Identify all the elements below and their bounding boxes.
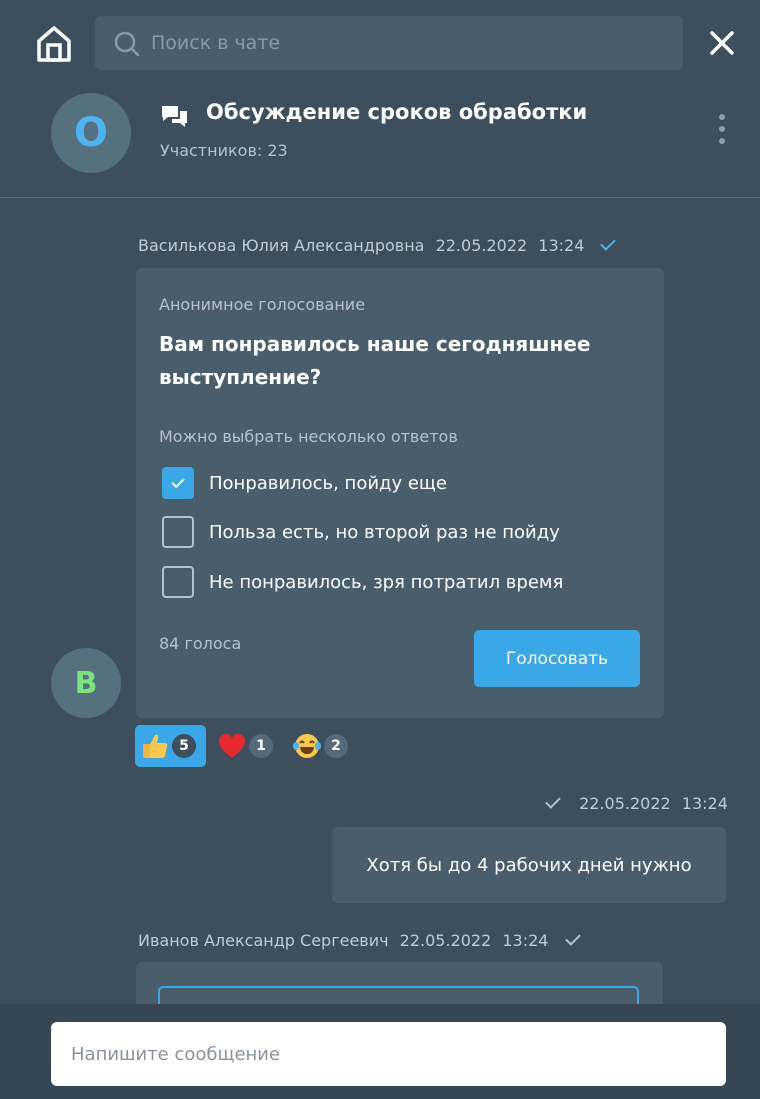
reaction-laughing[interactable]: 2 xyxy=(292,725,354,767)
poll-card: Анонимное голосование Вам понравилось на… xyxy=(136,268,664,718)
more-options-icon[interactable] xyxy=(712,114,732,154)
message-meta: Иванов Александр Сергеевич 22.05.2022 13… xyxy=(138,930,581,950)
poll-option[interactable]: Понравилось, пойду еще xyxy=(162,466,447,500)
poll-hint: Можно выбрать несколько ответов xyxy=(159,427,458,446)
checkbox[interactable] xyxy=(162,516,194,548)
sent-check-icon xyxy=(545,793,561,809)
message-meta: Василькова Юлия Александровна 22.05.2022… xyxy=(138,235,617,255)
poll-type: Анонимное голосование xyxy=(159,295,366,314)
poll-option-label: Понравилось, пойду еще xyxy=(209,472,447,494)
chat-bubbles-icon xyxy=(162,106,187,127)
heart-icon xyxy=(219,734,245,758)
poll-option[interactable]: Польза есть, но второй раз не пойду xyxy=(162,515,560,549)
vote-button[interactable]: Голосовать xyxy=(474,630,640,687)
message-text: Хотя бы до 4 рабочих дней нужно xyxy=(366,854,692,876)
top-bar xyxy=(0,0,760,80)
message-author: Иванов Александр Сергеевич xyxy=(138,931,389,950)
search-input[interactable] xyxy=(151,16,671,70)
read-check-icon xyxy=(600,235,617,251)
outgoing-message: Хотя бы до 4 рабочих дней нужно xyxy=(332,827,726,903)
sender-avatar[interactable]: В xyxy=(51,648,121,718)
poll-option-label: Не понравилось, зря потратил время xyxy=(209,571,564,593)
chat-avatar[interactable]: О xyxy=(51,93,131,173)
vote-count: 84 голоса xyxy=(159,634,242,653)
close-icon[interactable] xyxy=(706,27,738,59)
composer xyxy=(0,1004,760,1099)
reaction-count: 1 xyxy=(249,734,273,758)
reaction-count: 5 xyxy=(172,734,196,758)
poll-option[interactable]: Не понравилось, зря потратил время xyxy=(162,565,563,599)
checkbox-checked[interactable] xyxy=(162,467,194,499)
message-input[interactable] xyxy=(51,1022,726,1086)
message-time: 13:24 xyxy=(538,236,585,255)
reaction-thumbs-up[interactable]: 5 xyxy=(135,725,206,767)
checkbox[interactable] xyxy=(162,566,194,598)
message-author: Василькова Юлия Александровна xyxy=(138,236,425,255)
home-icon[interactable] xyxy=(34,22,74,66)
poll-option-label: Польза есть, но второй раз не пойду xyxy=(209,521,560,543)
message-time: 13:24 xyxy=(681,794,728,813)
message-date: 22.05.2022 xyxy=(579,794,671,813)
reaction-count: 2 xyxy=(324,734,348,758)
participants-count: Участников: 23 xyxy=(160,141,288,160)
chat-header: О Обсуждение сроков обработки Участников… xyxy=(0,80,760,198)
poll-question: Вам понравилось наше сегодняшнее выступл… xyxy=(159,332,591,389)
sent-check-icon xyxy=(564,930,581,946)
message-date: 22.05.2022 xyxy=(435,236,528,255)
search-bar xyxy=(95,16,683,70)
message-date: 22.05.2022 xyxy=(399,931,492,950)
tears-of-joy-icon xyxy=(293,734,321,758)
search-icon xyxy=(114,31,140,57)
chat-title: Обсуждение сроков обработки xyxy=(206,100,588,124)
thumbs-up-icon xyxy=(143,734,168,758)
message-meta: 22.05.2022 13:24 xyxy=(545,793,728,813)
message-time: 13:24 xyxy=(502,931,549,950)
reaction-heart[interactable]: 1 xyxy=(217,725,277,767)
